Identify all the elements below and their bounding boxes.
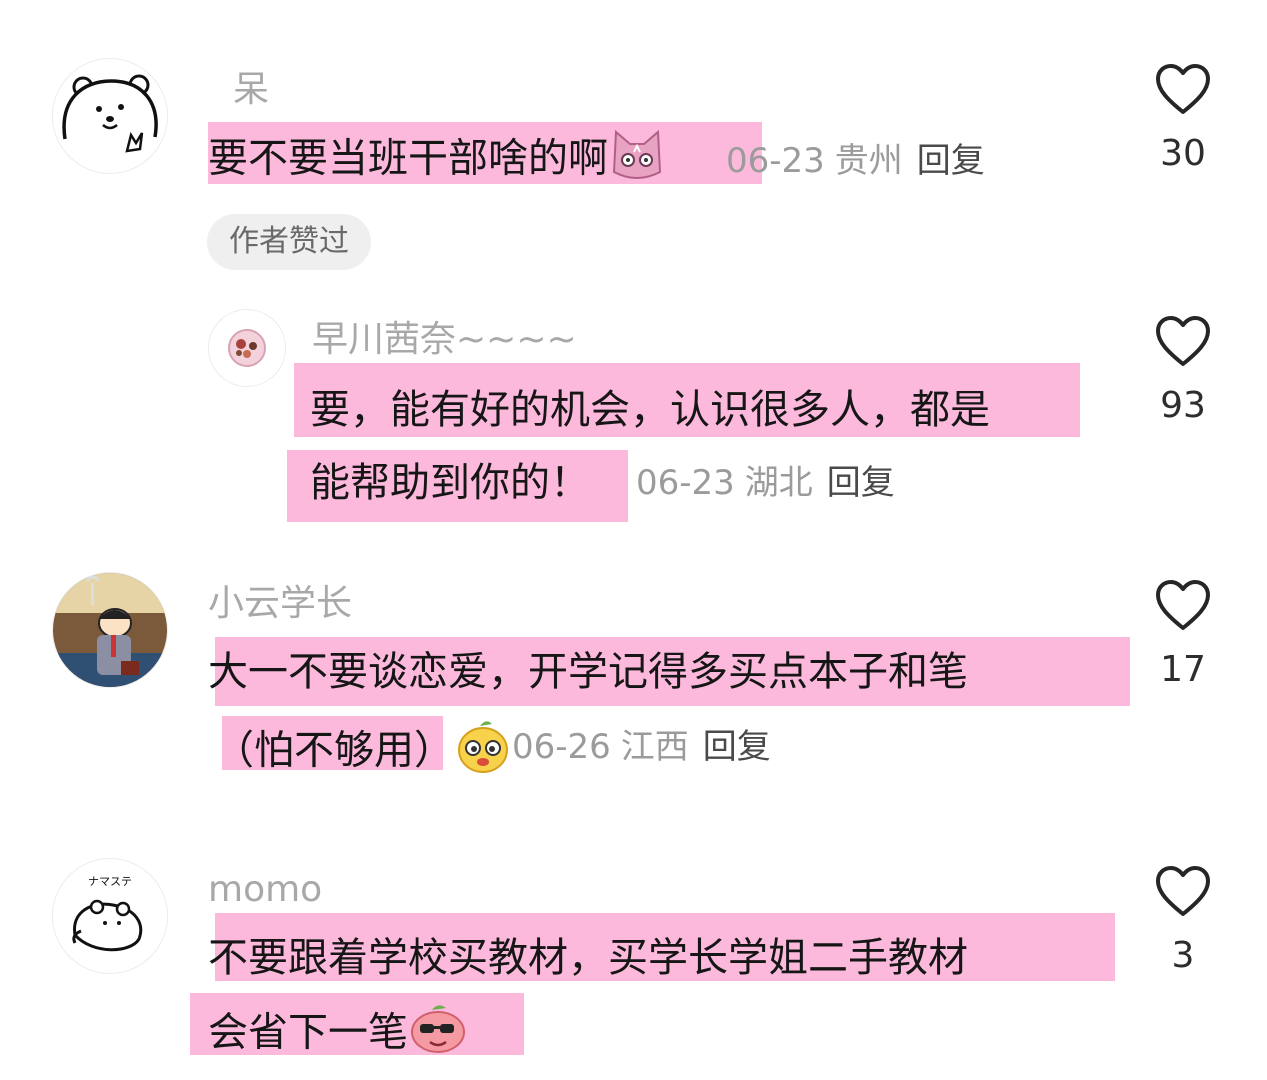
- comment-username[interactable]: 呆: [233, 68, 269, 112]
- comment-location: 贵州: [834, 141, 903, 181]
- comment-meta: 06-23 贵州 回复: [726, 139, 985, 183]
- comment-date: 06-23: [726, 141, 825, 181]
- comment-meta: 06-26 江西 回复: [512, 725, 771, 769]
- reply-button[interactable]: 回复: [917, 141, 985, 181]
- comment-text-line2: （怕不够用）: [214, 718, 512, 787]
- like-count: 3: [1171, 935, 1195, 976]
- like-button[interactable]: 3: [1148, 864, 1218, 978]
- avatar[interactable]: [52, 58, 168, 174]
- comment-text-line1: 要，能有好的机会，认识很多人，都是: [310, 387, 990, 433]
- comment-text-line2: 能帮助到你的！: [310, 460, 590, 506]
- cat-face-emoji-icon: [608, 128, 666, 193]
- white-bear-avatar-icon: [62, 74, 158, 153]
- cartoon-boy-avatar-icon: [53, 573, 167, 687]
- reply-button[interactable]: 回复: [827, 463, 895, 503]
- heart-icon: [1156, 866, 1210, 916]
- comment-text-line2: 会省下一笔: [208, 1002, 468, 1067]
- like-count: 30: [1160, 133, 1206, 174]
- like-button[interactable]: 93: [1148, 314, 1218, 428]
- comment-meta: 06-23 湖北 回复: [636, 461, 895, 505]
- like-button[interactable]: 30: [1148, 62, 1218, 176]
- comment-username[interactable]: 小云学长: [208, 582, 352, 626]
- lying-bear-avatar-icon: ナマステ: [72, 875, 143, 952]
- comment-username[interactable]: momo: [208, 868, 322, 912]
- heart-icon: [1156, 316, 1210, 366]
- comment-location: 湖北: [744, 463, 813, 503]
- comment-username[interactable]: 早川茜奈~~~~: [312, 318, 577, 362]
- like-button[interactable]: 17: [1148, 578, 1218, 692]
- like-count: 17: [1160, 649, 1206, 690]
- comment-text: 要不要当班干部啥的啊: [208, 128, 666, 193]
- comment-date: 06-23: [636, 463, 735, 503]
- yellow-dog-emoji-icon: [454, 718, 512, 787]
- comment-date: 06-26: [512, 727, 611, 767]
- heart-icon: [1156, 580, 1210, 630]
- food-plate-avatar-icon: [228, 329, 266, 367]
- comment-text-line1: 大一不要谈恋爱，开学记得多买点本子和笔: [208, 649, 968, 695]
- like-count: 93: [1160, 385, 1206, 426]
- comment-location: 江西: [620, 727, 689, 767]
- pink-sunglasses-emoji-icon: [408, 1002, 468, 1067]
- heart-icon: [1156, 64, 1210, 114]
- avatar[interactable]: [52, 572, 168, 688]
- reply-button[interactable]: 回复: [703, 727, 771, 767]
- comment-text-line1: 不要跟着学校买教材，买学长学姐二手教材: [208, 935, 968, 981]
- avatar[interactable]: [208, 309, 286, 387]
- avatar[interactable]: ナマステ: [52, 858, 168, 974]
- avatar-caption: ナマステ: [88, 875, 132, 888]
- author-liked-badge: 作者赞过: [207, 214, 371, 270]
